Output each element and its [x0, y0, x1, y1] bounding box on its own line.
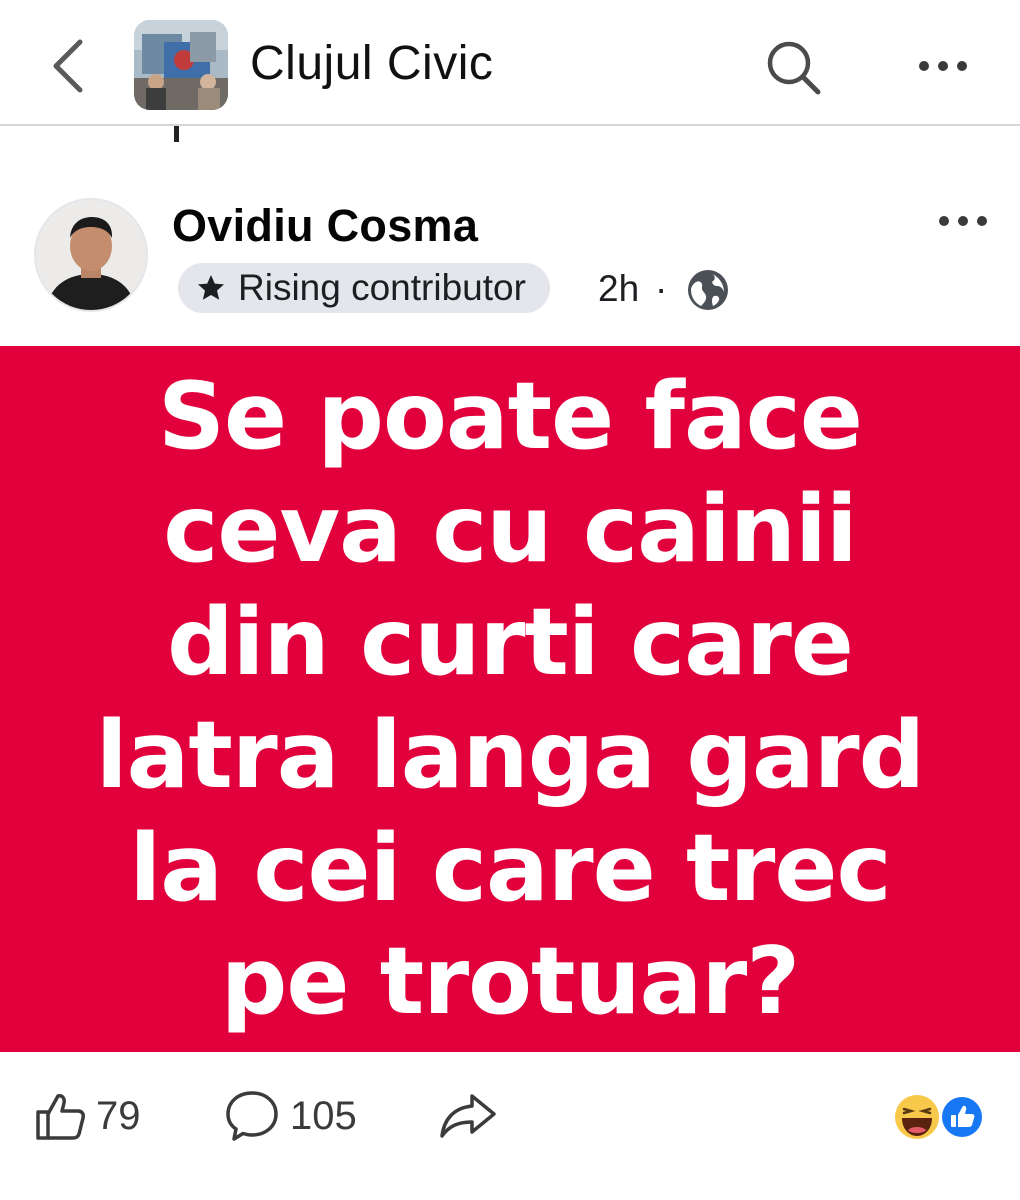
laughing-reaction-icon: [895, 1095, 939, 1139]
author-name[interactable]: Ovidiu Cosma: [172, 200, 478, 252]
privacy-indicator: [686, 268, 730, 312]
comment-count: 105: [290, 1093, 357, 1138]
search-icon: [767, 41, 821, 95]
comment-button[interactable]: 105: [224, 1086, 357, 1146]
badge-label: Rising contributor: [238, 267, 526, 308]
search-button[interactable]: [762, 36, 824, 98]
globe-icon: [688, 270, 728, 310]
like-count: 79: [96, 1093, 141, 1138]
more-options-button[interactable]: [912, 46, 974, 86]
back-button[interactable]: [40, 34, 96, 98]
more-horizontal-icon: [919, 61, 967, 71]
chevron-left-icon: [53, 39, 83, 93]
author-avatar[interactable]: [34, 198, 148, 312]
reactions-summary[interactable]: [892, 1092, 988, 1142]
like-button[interactable]: 79: [34, 1086, 141, 1146]
top-bar: Clujul Civic: [0, 0, 1020, 126]
post-text: Se poate face ceva cu cainii din curti c…: [95, 362, 925, 1035]
star-icon: [198, 275, 224, 300]
thumbs-up-icon: [36, 1094, 85, 1140]
post-options-button[interactable]: [932, 204, 994, 238]
post-text-card[interactable]: Se poate face ceva cu cainii din curti c…: [0, 346, 1020, 1052]
post-timestamp[interactable]: 2h: [598, 268, 639, 310]
contributor-badge[interactable]: Rising contributor: [178, 263, 550, 313]
group-avatar[interactable]: [134, 20, 228, 110]
group-title[interactable]: Clujul Civic: [250, 36, 493, 91]
meta-separator: ·: [655, 268, 668, 309]
comment-icon: [226, 1091, 278, 1141]
share-icon: [440, 1094, 496, 1138]
like-reaction-icon: [940, 1095, 984, 1139]
cropped-content-fragment: [174, 126, 179, 142]
share-button[interactable]: [438, 1086, 498, 1146]
more-horizontal-icon: [939, 216, 987, 226]
